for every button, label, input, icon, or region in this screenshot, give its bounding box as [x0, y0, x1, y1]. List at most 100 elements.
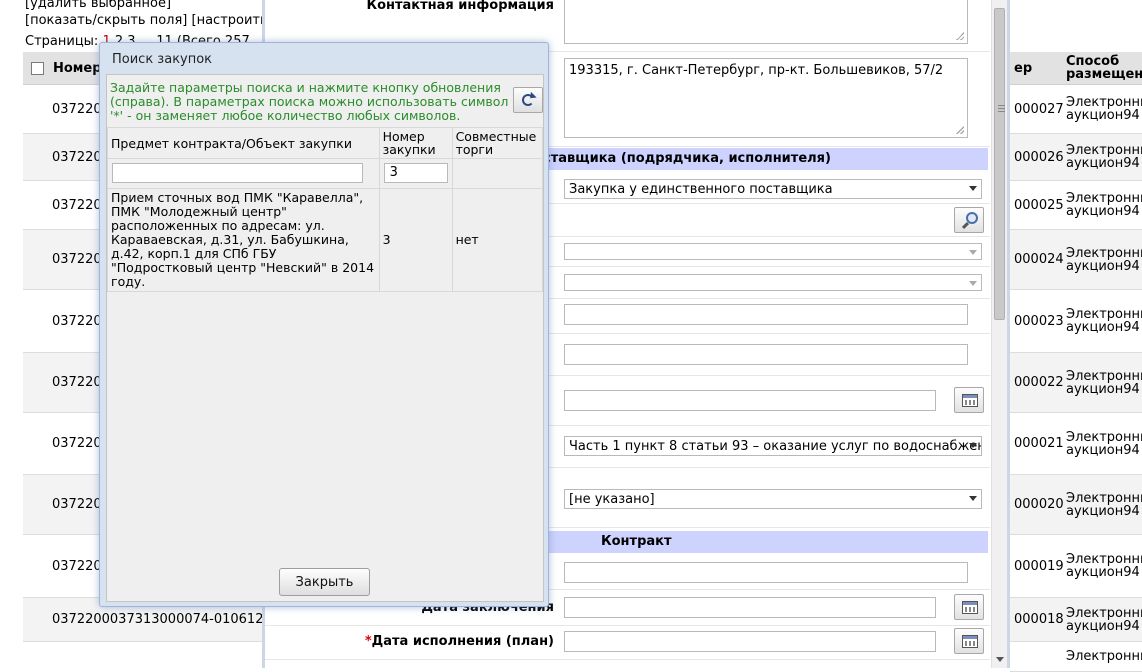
procurement-method-select[interactable]: Закупка у единственного поставщика	[564, 179, 982, 199]
address-textarea[interactable]: 193315, г. Санкт-Петербург, пр-кт. Больш…	[564, 58, 968, 138]
filter-subject-input[interactable]	[112, 163, 363, 183]
cell-number: 000027	[1014, 101, 1064, 117]
text-input-2[interactable]	[564, 344, 968, 365]
resize-grip-icon[interactable]	[956, 32, 964, 40]
cell-number: 000022	[1014, 375, 1064, 390]
table-row[interactable]: 000020 Электронны аукцион94	[1010, 475, 1142, 535]
procurement-table-right-columns: ер Способ размещени 000027Электронны аук…	[1010, 52, 1142, 672]
supplier-section-header: ставщика (подрядчика, исполнителя)	[535, 148, 988, 170]
scrollbar-grip-icon	[998, 105, 1005, 113]
search-procurement-button[interactable]	[954, 207, 984, 233]
legal-basis-select[interactable]: Часть 1 пункт 8 статьи 93 – оказание усл…	[564, 436, 982, 456]
cell-number: 000020	[1014, 497, 1064, 512]
dialog-title[interactable]: Поиск закупок	[112, 52, 212, 67]
dropdown-arrow-icon	[969, 496, 977, 501]
empty-select-2[interactable]	[564, 274, 982, 291]
scroll-down-arrow-icon[interactable]	[996, 657, 1004, 662]
cell-number: 000025	[1014, 197, 1064, 213]
cell-method: Электронны аукцион94	[1066, 429, 1142, 458]
conclusion-date-input[interactable]	[564, 597, 936, 618]
resize-grip-icon[interactable]	[956, 126, 964, 134]
close-button[interactable]: Закрыть	[279, 568, 370, 596]
contract-text-input[interactable]	[564, 562, 968, 583]
right-table-header: ер Способ размещени	[1010, 52, 1142, 85]
refresh-icon	[522, 94, 534, 106]
date-input-1[interactable]	[564, 390, 936, 411]
calendar-icon	[962, 394, 978, 407]
dropdown-arrow-icon	[969, 250, 977, 255]
text-input-1[interactable]	[564, 304, 968, 325]
dialog-body: Задайте параметры поиска и нажмите кнопк…	[106, 74, 544, 602]
column-header-number-tail: ер	[1014, 61, 1033, 76]
execution-date-label: Дата исполнения (план)	[371, 634, 554, 649]
dropdown-arrow-icon	[969, 186, 977, 191]
filter-cell-number: 3	[378, 158, 453, 189]
cell-method: Электронны аукцион94	[1066, 552, 1142, 580]
calendar-button[interactable]	[954, 387, 984, 413]
filter-number-input[interactable]: 3	[383, 163, 448, 183]
calendar-button[interactable]	[954, 594, 984, 620]
calendar-button[interactable]	[954, 628, 984, 654]
cell-number: 000021	[1014, 436, 1064, 451]
cell-method: Электронны аукцион94	[1066, 191, 1142, 219]
table-row[interactable]: 000022 Электронны аукцион94	[1010, 353, 1142, 413]
column-header-joint: Совместные торги	[451, 127, 544, 159]
delete-selected-link[interactable]: [удалить выбранное]	[25, 0, 171, 11]
show-hide-fields-link[interactable]: [показать/скрыть поля] [настроить	[25, 13, 268, 28]
select-all-checkbox[interactable]	[31, 61, 44, 75]
cell-number: 000018	[1014, 612, 1064, 627]
cell-method: Электронны	[1066, 649, 1142, 664]
empty-select-1[interactable]	[564, 243, 982, 260]
column-header-number: Номер закупки	[378, 127, 453, 159]
not-specified-value: [не указано]	[569, 492, 655, 507]
required-marker: *	[364, 634, 372, 649]
contract-section-header: Контракт	[535, 531, 988, 553]
scrollbar-thumb[interactable]	[994, 8, 1005, 320]
dropdown-arrow-icon	[969, 443, 977, 448]
cell-method: Электронны аукцион94	[1066, 95, 1142, 123]
cell-method: Электронны аукцион94	[1066, 307, 1142, 335]
table-row[interactable]: 000018 Электронны аукцион94	[1010, 598, 1142, 642]
table-row[interactable]: 000026 Электронны аукцион94	[1010, 134, 1142, 181]
form-scrollbar[interactable]	[991, 0, 1007, 668]
legal-basis-value: Часть 1 пункт 8 статьи 93 – оказание усл…	[569, 439, 982, 454]
table-row[interactable]: 000021 Электронны аукцион94	[1010, 413, 1142, 475]
filter-cell-joint	[451, 158, 544, 189]
cell-method: Электронны аукцион94	[1066, 368, 1142, 397]
pages-label: Страницы:	[25, 34, 99, 49]
cell-number: 000026	[1014, 149, 1064, 165]
cell-number: 000019	[1014, 558, 1064, 574]
refresh-button[interactable]	[513, 87, 543, 113]
result-subject: Прием сточных вод ПМК "Каравелла", ПМК "…	[107, 188, 380, 292]
cell-method: Электронны аукцион94	[1066, 245, 1142, 274]
execution-date-input[interactable]	[564, 631, 936, 652]
cell-method: Электронны аукцион94	[1066, 490, 1142, 519]
table-row[interactable]: 000024 Электронны аукцион94	[1010, 230, 1142, 290]
form-row-execution-date: *Дата исполнения (план)	[265, 626, 990, 660]
search-results-table: Предмет контракта/Объект закупки Номер з…	[107, 127, 544, 292]
not-specified-select[interactable]: [не указано]	[564, 489, 982, 509]
cell-number: 000023	[1014, 313, 1064, 329]
cell-number: 000024	[1014, 252, 1064, 267]
procurement-method-value: Закупка у единственного поставщика	[569, 182, 833, 197]
column-header-number: Номер	[53, 60, 102, 76]
table-row[interactable]: Прием сточных вод ПМК "Каравелла", ПМК "…	[107, 188, 544, 292]
cell-method: Электронны аукцион94	[1066, 143, 1142, 171]
filter-cell-subject	[107, 158, 380, 189]
procurement-search-dialog: Поиск закупок Задайте параметры поиска и…	[99, 42, 549, 607]
results-header-row: Предмет контракта/Объект закупки Номер з…	[107, 127, 544, 159]
table-row[interactable]: 000019 Электронны аукцион94	[1010, 535, 1142, 598]
result-number: 3	[378, 188, 453, 292]
table-row[interactable]: 000025 Электронны аукцион94	[1010, 181, 1142, 230]
execution-date-label-wrap: *Дата исполнения (план)	[365, 634, 554, 649]
table-row[interactable]: 000027 Электронны аукцион94	[1010, 85, 1142, 134]
address-value: 193315, г. Санкт-Петербург, пр-кт. Больш…	[569, 63, 944, 78]
dropdown-arrow-icon	[969, 281, 977, 286]
calendar-icon	[962, 635, 978, 648]
contact-info-label: Контактная информация	[366, 0, 554, 13]
contact-info-textarea[interactable]	[564, 0, 968, 44]
table-row[interactable]: 000023 Электронны аукцион94	[1010, 290, 1142, 353]
calendar-icon	[962, 601, 978, 614]
magnifier-icon	[966, 212, 978, 224]
column-header-method: Способ размещени	[1066, 54, 1142, 82]
